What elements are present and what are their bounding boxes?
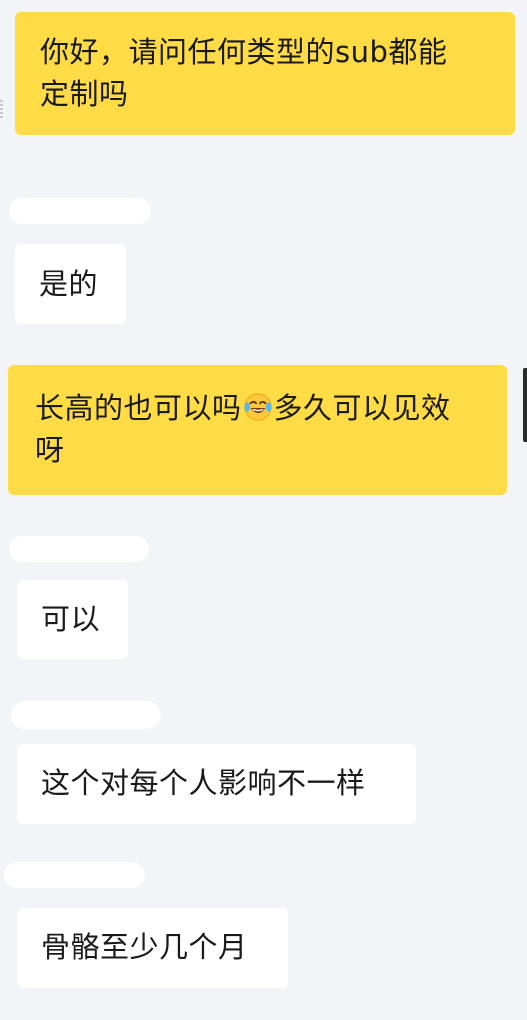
- sender-name-redacted: [11, 701, 161, 729]
- sender-name-redacted: [9, 536, 149, 562]
- outgoing-message[interactable]: 长高的也可以吗 多久可以见效 呀: [8, 365, 507, 495]
- tears-of-joy-emoji-icon: [243, 393, 272, 421]
- message-line: 定制吗: [40, 77, 129, 111]
- message-line: 长高的也可以吗 多久可以见效: [35, 391, 451, 425]
- incoming-message[interactable]: 骨骼至少几个月: [17, 908, 288, 988]
- incoming-message[interactable]: 可以: [17, 580, 128, 659]
- sender-name-redacted: [9, 198, 151, 224]
- message-text: 是的: [39, 267, 99, 301]
- message-text: 这个对每个人影响不一样: [41, 766, 366, 800]
- incoming-message[interactable]: 是的: [15, 244, 126, 324]
- message-line: 你好，请问任何类型的sub都能: [40, 35, 448, 69]
- message-line: 呀: [35, 433, 65, 467]
- message-text: 可以: [41, 602, 101, 636]
- outgoing-message[interactable]: 你好，请问任何类型的sub都能 定制吗: [15, 12, 515, 135]
- message-text: 骨骼至少几个月: [41, 930, 248, 964]
- scrollbar-handle[interactable]: [523, 368, 527, 442]
- incoming-message[interactable]: 这个对每个人影响不一样: [17, 744, 416, 824]
- sender-name-redacted: [4, 862, 145, 888]
- edge-artifact: [0, 100, 3, 120]
